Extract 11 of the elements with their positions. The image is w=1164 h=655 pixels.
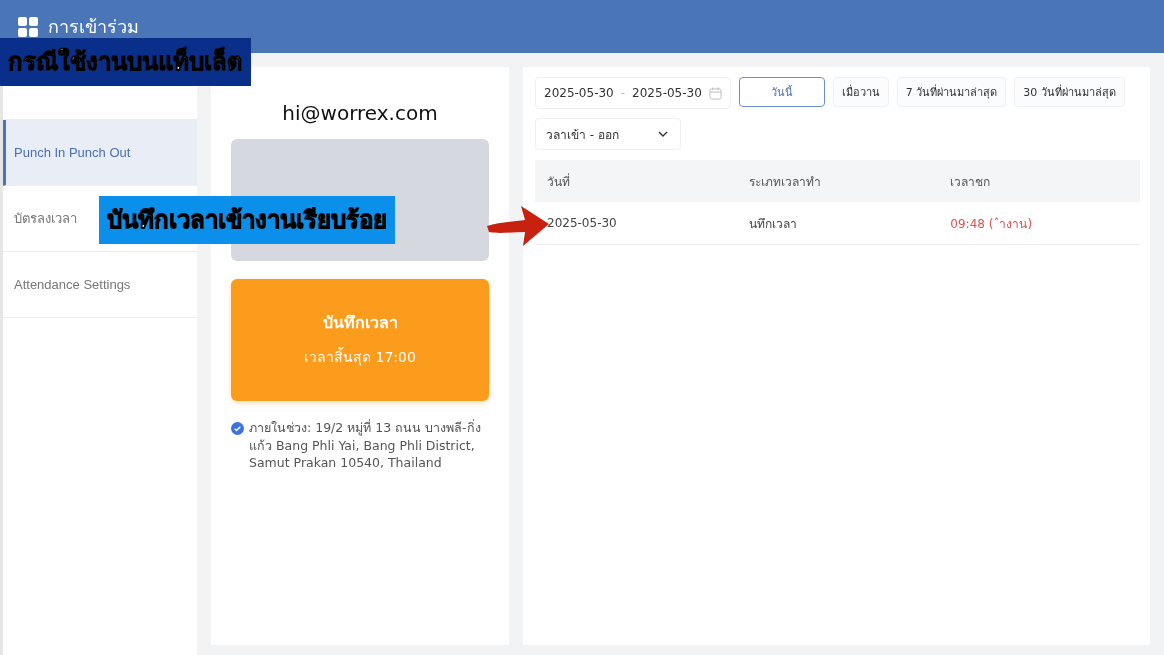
page-title: การเข้าร่วม xyxy=(48,15,139,39)
column-header: เวลาชก xyxy=(949,173,992,191)
table-cell-text: 2025-05-30 xyxy=(546,216,618,230)
column-header: ระเภทเวลาทำ xyxy=(747,173,822,191)
caption-tooltip: บันทึกเวลาเข้างานเรียบร้อย xyxy=(99,196,395,244)
caption-tooltip: กรณีใช้งานบนแท็บเล็ต xyxy=(0,38,251,86)
column-header: วันที่ xyxy=(546,172,571,191)
user-email: hi@worrex.com xyxy=(282,101,438,125)
table-cell-text: 09:48 (ˆางาน) xyxy=(949,215,1034,233)
table-cell-text: นทึกเวลา xyxy=(747,215,798,233)
location-text: ภายในช่วง: 19/2 หมู่ที่ 13 ถนน บางพลี-กิ่งแก้ว Bang Phli Yai, Bang Phli District, Samut Prakan 10540, Thailand xyxy=(249,419,482,472)
